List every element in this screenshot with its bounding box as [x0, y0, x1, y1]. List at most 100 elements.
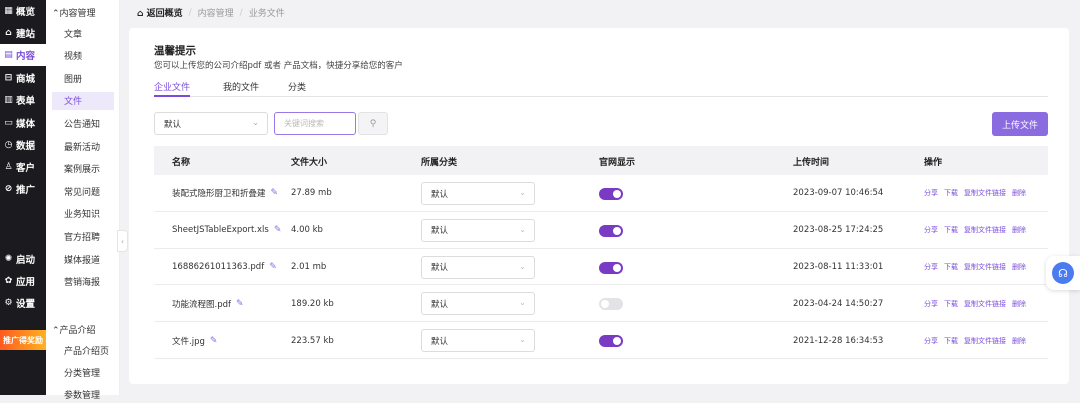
row-actions: 分享 下载 复制文件链接 删除 [924, 175, 1026, 212]
tab-my-files[interactable]: 我的文件 [223, 80, 259, 97]
copy-link-link[interactable]: 复制文件链接 [964, 336, 1006, 346]
delete-link[interactable]: 删除 [1012, 299, 1026, 309]
nav-item-media[interactable]: ▭ 媒体 [0, 112, 46, 134]
edit-icon[interactable]: ✎ [210, 336, 218, 346]
upload-file-button[interactable]: 上传文件 [992, 112, 1048, 136]
edit-icon[interactable]: ✎ [271, 188, 279, 198]
website-visible-toggle[interactable] [599, 335, 623, 348]
share-link[interactable]: 分享 [924, 262, 938, 272]
sub-nav-item[interactable]: 公告通知 [52, 114, 114, 132]
table-header: 名称 文件大小 所属分类 官网显示 上传时间 操作 [154, 146, 1048, 175]
delete-link[interactable]: 删除 [1012, 188, 1026, 198]
shop-icon: ⊟ [4, 73, 13, 83]
download-link[interactable]: 下载 [944, 188, 958, 198]
download-link[interactable]: 下载 [944, 299, 958, 309]
category-select[interactable]: 默认 ⌄ [421, 292, 535, 316]
nav-item-shop[interactable]: ⊟ 商城 [0, 67, 46, 89]
tab-category[interactable]: 分类 [288, 80, 306, 97]
group-title-product[interactable]: ⌃产品介绍 [52, 323, 96, 336]
sub-nav-item[interactable]: 图册 [52, 69, 114, 87]
nav-item-settings[interactable]: ⚙ 设置 [0, 292, 46, 314]
sub-nav-item[interactable]: 营销海报 [52, 273, 114, 291]
sub-nav-item[interactable]: 分类管理 [52, 363, 114, 381]
home-icon: ⌂ [5, 28, 12, 38]
nav-item-promote[interactable]: ⊘ 推广 [0, 178, 46, 200]
delete-link[interactable]: 删除 [1012, 336, 1026, 346]
copy-link-link[interactable]: 复制文件链接 [964, 225, 1006, 235]
upload-time: 2023-08-25 17:24:25 [793, 225, 884, 236]
search-input[interactable] [274, 112, 356, 135]
nav-item-data[interactable]: ◷ 数据 [0, 134, 46, 156]
header-category: 所属分类 [421, 158, 458, 168]
share-link[interactable]: 分享 [924, 336, 938, 346]
file-name: 装配式隐形厨卫和折叠建 [172, 189, 266, 200]
breadcrumb-content-manage[interactable]: 内容管理 [198, 6, 234, 19]
nav-item-grid[interactable]: ▦ 概览 [0, 0, 46, 22]
header-visible: 官网显示 [599, 158, 636, 168]
sub-nav-item[interactable]: 视频 [52, 47, 114, 65]
chevron-down-icon: ⌄ [519, 188, 526, 197]
copy-link-link[interactable]: 复制文件链接 [964, 262, 1006, 272]
website-visible-toggle[interactable] [599, 261, 623, 274]
edit-icon[interactable]: ✎ [269, 262, 277, 272]
website-visible-toggle[interactable] [599, 188, 623, 200]
share-link[interactable]: 分享 [924, 299, 938, 309]
nav-item-form[interactable]: ▥ 表单 [0, 89, 46, 111]
sub-nav-item[interactable]: 参数管理 [52, 385, 114, 403]
copy-link-link[interactable]: 复制文件链接 [964, 299, 1006, 309]
file-name: 文件.jpg [172, 336, 205, 347]
sub-nav-item[interactable]: 文章 [52, 24, 114, 42]
nav-item-label: 表单 [16, 96, 36, 107]
copy-link-link[interactable]: 复制文件链接 [964, 188, 1006, 198]
share-link[interactable]: 分享 [924, 225, 938, 235]
group-title-content[interactable]: ⌃内容管理 [52, 6, 96, 19]
upload-time: 2023-09-07 10:46:54 [793, 188, 884, 199]
row-actions: 分享 下载 复制文件链接 删除 [924, 212, 1026, 249]
data-icon: ◷ [4, 140, 13, 150]
download-link[interactable]: 下载 [944, 225, 958, 235]
sub-nav-item[interactable]: 官方招聘 [52, 227, 114, 245]
sub-nav-item[interactable]: 最新活动 [52, 137, 114, 155]
sub-nav-item[interactable]: 案例展示 [52, 160, 114, 178]
sub-nav-item[interactable]: 文件 [52, 91, 114, 110]
sub-nav-item[interactable]: 产品介绍页 [52, 341, 114, 359]
promote-icon: ⊘ [4, 184, 13, 194]
download-link[interactable]: 下载 [944, 336, 958, 346]
tab-company-files[interactable]: 企业文件 [154, 80, 191, 97]
website-visible-toggle[interactable] [599, 298, 623, 311]
website-visible-toggle[interactable] [599, 224, 623, 237]
category-filter-select[interactable]: 默认 ⌄ [154, 112, 268, 135]
delete-link[interactable]: 删除 [1012, 262, 1026, 272]
edit-icon[interactable]: ✎ [274, 225, 282, 235]
nav-item-customer[interactable]: ♙ 客户 [0, 156, 46, 178]
category-select[interactable]: 默认 ⌄ [421, 182, 535, 205]
nav-item-label: 数据 [16, 141, 36, 152]
nav-item-home[interactable]: ⌂ 建站 [0, 22, 46, 44]
sub-sidebar: ⌃内容管理 ⌃产品介绍 文章视频图册文件公告通知最新活动案例展示常见问题业务知识… [46, 0, 120, 401]
sub-nav-item[interactable]: 媒体报道 [52, 250, 114, 268]
sub-nav-item[interactable]: 业务知识 [52, 205, 114, 223]
header-upload-time: 上传时间 [793, 158, 830, 168]
header-name: 名称 [172, 158, 191, 168]
nav-item-label: 建站 [16, 29, 36, 40]
sub-nav-item[interactable]: 常见问题 [52, 182, 114, 200]
share-link[interactable]: 分享 [924, 188, 938, 198]
edit-icon[interactable]: ✎ [236, 299, 244, 309]
category-select[interactable]: 默认 ⌄ [421, 329, 535, 353]
delete-link[interactable]: 删除 [1012, 225, 1026, 235]
collapse-sidebar-button[interactable]: ‹ [117, 230, 128, 252]
category-select[interactable]: 默认 ⌄ [421, 218, 535, 242]
customer-support-button[interactable]: ☊ [1046, 256, 1080, 290]
nav-item-label: 应用 [16, 277, 36, 288]
nav-item-apps[interactable]: ✿ 应用 [0, 270, 46, 292]
promo-badge[interactable]: 推广得奖励 [0, 330, 46, 350]
upload-time: 2021-12-28 16:34:53 [793, 335, 884, 346]
breadcrumb-home[interactable]: ⌂ 返回概览 [137, 6, 183, 19]
table-row: 功能流程图.pdf ✎ 189.20 kb 默认 ⌄ 2023-04-24 14:50:2… [154, 285, 1048, 323]
table-row: 装配式隐形厨卫和折叠建 ✎ 27.89 mb 默认 ⌄ 2023-09-07 10:46:… [154, 175, 1048, 212]
search-button[interactable]: ⚲ [358, 112, 388, 135]
category-select[interactable]: 默认 ⌄ [421, 255, 535, 279]
nav-item-document[interactable]: ▤ 内容 [0, 44, 46, 66]
download-link[interactable]: 下载 [944, 262, 958, 272]
nav-item-launch[interactable]: ✺ 启动 [0, 248, 46, 270]
